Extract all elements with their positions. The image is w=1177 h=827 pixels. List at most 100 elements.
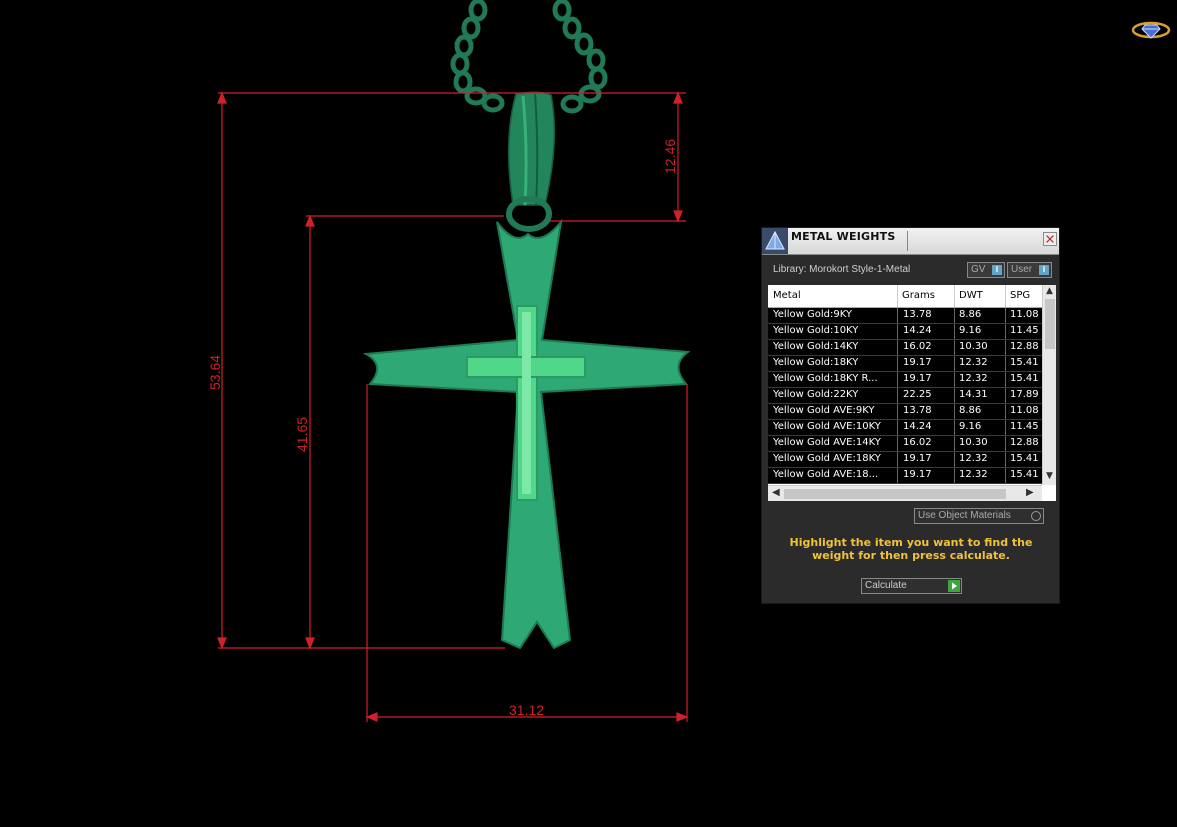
cell-metal: Yellow Gold AVE:10KY [773, 421, 881, 432]
cell-divider [897, 436, 898, 451]
table-row[interactable]: Yellow Gold:18KY R... 19.17 12.32 15.41 [768, 372, 1043, 388]
title-separator [907, 231, 908, 251]
cell-divider [1005, 404, 1006, 419]
cell-grams: 22.25 [903, 389, 932, 400]
cell-dwt: 10.30 [959, 437, 988, 448]
table-row[interactable]: Yellow Gold:22KY 22.25 14.31 17.89 [768, 388, 1043, 404]
panel-title: METAL WEIGHTS [791, 230, 896, 243]
column-header-spg[interactable]: SPG [1010, 290, 1030, 301]
cell-divider [954, 420, 955, 435]
cell-divider [1005, 420, 1006, 435]
cell-grams: 16.02 [903, 341, 932, 352]
play-arrow-icon [948, 580, 960, 592]
table-row[interactable]: Yellow Gold AVE:9KY 13.78 8.86 11.08 [768, 404, 1043, 420]
metal-weights-panel: METAL WEIGHTS Library: Morokort Style-1-… [761, 227, 1060, 604]
horizontal-scroll-thumb[interactable] [784, 489, 1006, 499]
column-header-dwt[interactable]: DWT [959, 290, 983, 301]
table-row[interactable]: Yellow Gold:10KY 14.24 9.16 11.45 [768, 324, 1043, 340]
table-row[interactable]: Yellow Gold AVE:14KY 16.02 10.30 12.88 [768, 436, 1043, 452]
chevron-left-icon[interactable]: ◀ [772, 487, 780, 498]
cell-divider [897, 388, 898, 403]
cell-spg: 15.41 [1010, 469, 1039, 480]
cell-grams: 13.78 [903, 405, 932, 416]
cell-divider [1005, 468, 1006, 483]
column-header-metal[interactable]: Metal [773, 290, 801, 301]
cell-spg: 17.89 [1010, 389, 1039, 400]
column-divider[interactable] [1005, 285, 1006, 307]
toggle-knob-icon: I [992, 265, 1002, 275]
dim-label-bail: 12.46 [662, 139, 678, 174]
cell-divider [1005, 372, 1006, 387]
gv-toggle[interactable]: GV I [967, 262, 1005, 278]
cell-spg: 15.41 [1010, 373, 1039, 384]
cell-divider [1005, 324, 1006, 339]
cell-divider [954, 324, 955, 339]
cell-metal: Yellow Gold AVE:14KY [773, 437, 881, 448]
table-row[interactable]: Yellow Gold AVE:18... 19.17 12.32 15.41 [768, 468, 1043, 484]
cell-metal: Yellow Gold:14KY [773, 341, 859, 352]
use-object-materials-label: Use Object Materials [918, 510, 1011, 521]
cell-spg: 12.88 [1010, 341, 1039, 352]
calculate-label: Calculate [865, 580, 907, 591]
column-divider[interactable] [897, 285, 898, 307]
vertical-scrollbar[interactable]: ▲ ▼ [1042, 285, 1056, 485]
cell-metal: Yellow Gold AVE:9KY [773, 405, 875, 416]
cell-spg: 15.41 [1010, 357, 1039, 368]
cell-spg: 15.41 [1010, 453, 1039, 464]
user-toggle-label: User [1011, 264, 1033, 275]
cell-divider [1005, 436, 1006, 451]
cell-divider [1005, 340, 1006, 355]
cell-divider [897, 452, 898, 467]
calculate-button[interactable]: Calculate [861, 578, 962, 594]
cell-divider [1005, 388, 1006, 403]
cell-grams: 14.24 [903, 421, 932, 432]
table-row[interactable]: Yellow Gold:9KY 13.78 8.86 11.08 [768, 308, 1043, 324]
cell-divider [954, 356, 955, 371]
table-row[interactable]: Yellow Gold AVE:10KY 14.24 9.16 11.45 [768, 420, 1043, 436]
table-header: Metal Grams DWT SPG [768, 285, 1043, 308]
cell-spg: 11.45 [1010, 421, 1039, 432]
column-divider[interactable] [954, 285, 955, 307]
cell-divider [954, 468, 955, 483]
cell-grams: 14.24 [903, 325, 932, 336]
cell-dwt: 12.32 [959, 373, 988, 384]
cell-dwt: 8.86 [959, 405, 982, 416]
cell-divider [897, 340, 898, 355]
cell-dwt: 9.16 [959, 325, 982, 336]
chevron-up-icon[interactable]: ▲ [1046, 286, 1053, 296]
cell-dwt: 9.16 [959, 421, 982, 432]
horizontal-scrollbar[interactable]: ◀ ▶ [768, 485, 1042, 501]
radio-icon[interactable] [1031, 511, 1041, 521]
cell-metal: Yellow Gold:18KY R... [773, 373, 878, 384]
user-toggle[interactable]: User I [1007, 262, 1052, 278]
column-header-grams[interactable]: Grams [902, 290, 935, 301]
cell-metal: Yellow Gold AVE:18... [773, 469, 879, 480]
cell-grams: 19.17 [903, 453, 932, 464]
cell-dwt: 8.86 [959, 309, 982, 320]
table-row[interactable]: Yellow Gold:18KY 19.17 12.32 15.41 [768, 356, 1043, 372]
use-object-materials-option[interactable]: Use Object Materials [914, 508, 1044, 524]
table-body: Yellow Gold:9KY 13.78 8.86 11.08 Yellow Gold… [768, 308, 1043, 484]
cell-spg: 12.88 [1010, 437, 1039, 448]
cell-spg: 11.08 [1010, 309, 1039, 320]
metal-table: Metal Grams DWT SPG Yellow Gold:9KY 13.78… [768, 285, 1056, 501]
pyramid-app-icon [762, 228, 788, 254]
chevron-right-icon[interactable]: ▶ [1026, 487, 1034, 498]
cell-divider [897, 356, 898, 371]
vertical-scroll-thumb[interactable] [1045, 299, 1055, 349]
cell-divider [954, 340, 955, 355]
cell-grams: 16.02 [903, 437, 932, 448]
instruction-text: Highlight the item you want to find the … [789, 536, 1033, 562]
panel-titlebar[interactable]: METAL WEIGHTS [762, 228, 1059, 255]
cell-divider [897, 324, 898, 339]
cell-grams: 19.17 [903, 469, 932, 480]
chevron-down-icon[interactable]: ▼ [1046, 471, 1053, 481]
cell-metal: Yellow Gold:9KY [773, 309, 852, 320]
table-row[interactable]: Yellow Gold AVE:18KY 19.17 12.32 15.41 [768, 452, 1043, 468]
cell-divider [897, 372, 898, 387]
cell-divider [954, 308, 955, 323]
gem-logo-icon[interactable] [1131, 18, 1171, 42]
cell-divider [897, 308, 898, 323]
table-row[interactable]: Yellow Gold:14KY 16.02 10.30 12.88 [768, 340, 1043, 356]
close-icon[interactable] [1043, 232, 1057, 246]
